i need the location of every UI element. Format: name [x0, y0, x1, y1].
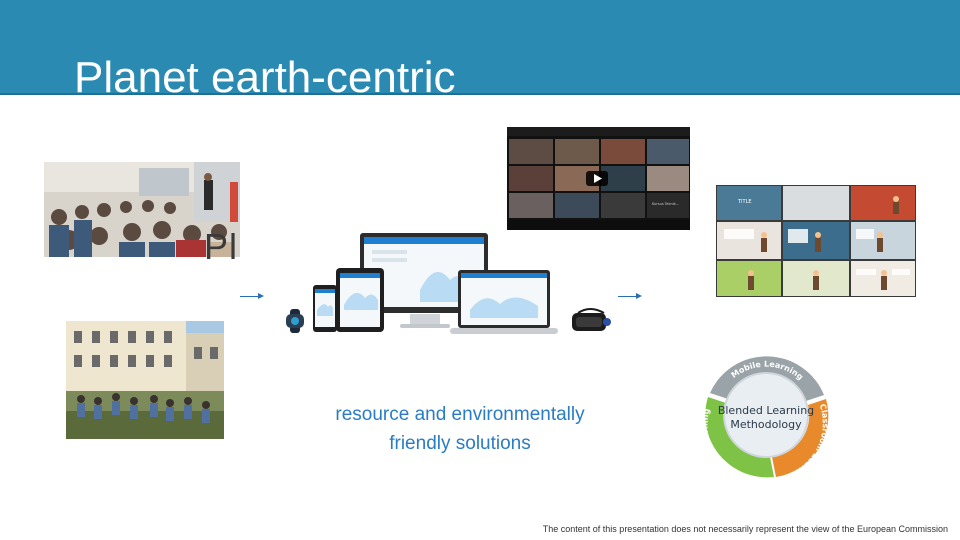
diagram-center-line-2: Methodology: [730, 418, 802, 431]
outdoor-group-photo: [66, 321, 224, 439]
grid-tile-heading: TITLE: [737, 199, 752, 205]
diagram-center-line-1: Blended Learning: [718, 404, 814, 417]
blended-learning-diagram: Blended Learning Methodology Mobile Lear…: [688, 337, 844, 493]
caption-line-1: resource and environmentally: [335, 404, 585, 425]
title-bar: Planet earth-centric: [0, 0, 960, 95]
footer-disclaimer: The content of this presentation does no…: [542, 524, 948, 534]
vr-headset-icon: [570, 305, 612, 335]
smartwatch-icon: [284, 309, 306, 333]
background-ghost-text: Pl: [204, 226, 239, 267]
devices-mockup: [310, 230, 560, 340]
video-call-screenshot: Kursus Teknik...: [507, 127, 690, 230]
caption-text: resource and environmentally friendly so…: [290, 400, 630, 458]
course-screens-grid: TITLE: [716, 185, 916, 297]
right-arrow-icon: [618, 293, 642, 299]
caption-line-2: friendly solutions: [389, 433, 531, 454]
slide-title: Planet earth-centric: [74, 53, 456, 95]
video-call-label: Kursus Teknik...: [652, 202, 679, 206]
left-arrow-icon: [240, 293, 264, 299]
